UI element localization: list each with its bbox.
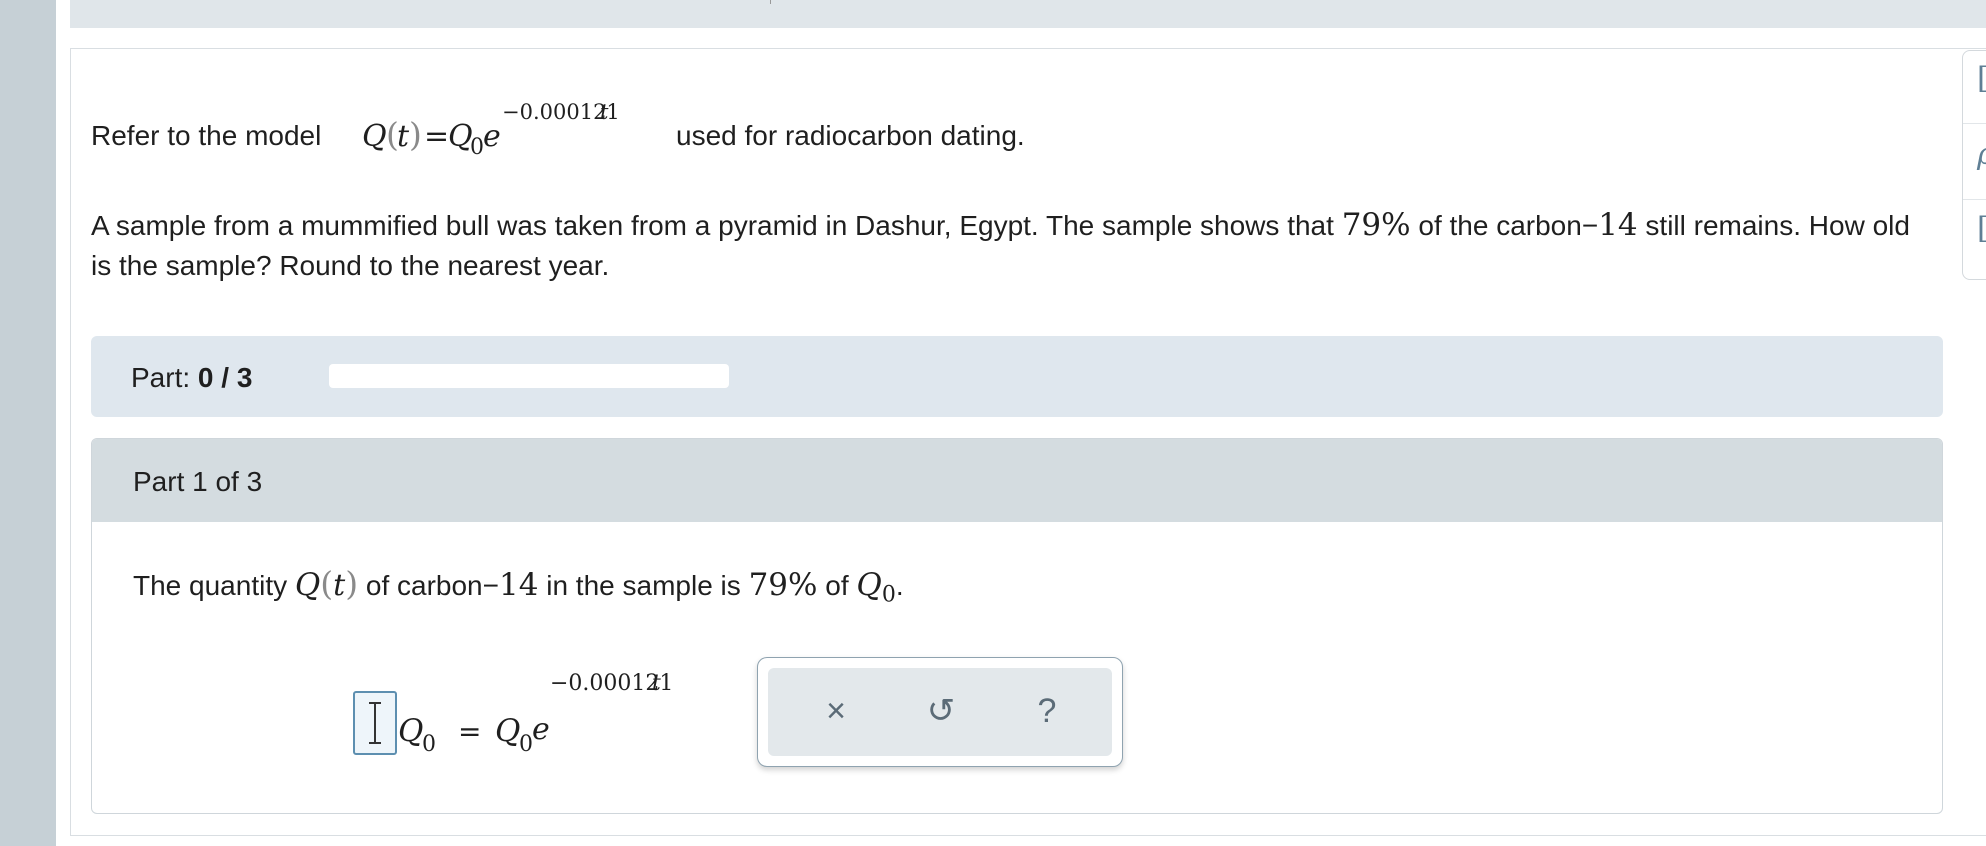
intro-suffix: used for radiocarbon dating. <box>676 120 1025 151</box>
stmt-Q-of-t: Q(t) <box>294 564 358 603</box>
progress-track <box>329 364 729 388</box>
help-icon: ? <box>1037 692 1057 730</box>
answer-toolbox: × ↺ ? <box>757 657 1123 767</box>
stmt-rparen: ) <box>345 564 359 603</box>
notes-icon[interactable]: [ <box>1977 211 1986 246</box>
intro-text: Refer to the model <box>91 120 322 151</box>
eq-e: e <box>532 712 550 747</box>
formula-rparen: ) <box>409 115 422 154</box>
undo-icon: ↺ <box>926 692 956 730</box>
problem-paragraph: A sample from a mummified bull was taken… <box>91 205 1931 286</box>
stmt-isotope-number: 14 <box>499 567 539 603</box>
calculator-icon[interactable]: [ <box>1977 61 1986 96</box>
formula-sub0: 0 <box>470 135 484 156</box>
stmt-Q0: Q0 <box>856 567 895 608</box>
para-text-1: A sample from a mummified bull was taken… <box>91 210 1342 241</box>
top-header-band <box>70 0 1986 28</box>
stmt-lparen: ( <box>320 564 334 603</box>
clear-button[interactable]: × <box>811 686 861 736</box>
top-divider-tick <box>770 0 771 4</box>
chat-icon[interactable]: ρ <box>1977 137 1986 172</box>
progress-label-text: Part: <box>131 362 191 393</box>
eq-equals: = <box>458 715 481 748</box>
undo-button[interactable]: ↺ <box>916 686 966 736</box>
help-button[interactable]: ? <box>1022 686 1072 736</box>
stmt-Q: Q <box>294 567 321 603</box>
equation-row: Q 0 = Q 0 e −0.000121 t <box>92 659 852 769</box>
isotope-number: 14 <box>1598 207 1638 243</box>
progress-value: 0 / 3 <box>197 362 253 393</box>
formula-exp-var: t <box>600 100 609 124</box>
equation-formula: Q 0 = Q 0 e −0.000121 t <box>398 671 673 757</box>
eq-right-Q: Q <box>495 713 520 749</box>
stmt-text-1: The quantity <box>133 570 295 601</box>
part-title: Part 1 of 3 <box>133 466 263 497</box>
part-1-panel: Part 1 of 3 The quantity Q(t) of carbon−… <box>91 438 1943 814</box>
formula-e: e <box>483 119 501 154</box>
part-statement: The quantity Q(t) of carbon−14 in the sa… <box>133 564 904 608</box>
stmt-text-2: of carbon <box>358 570 483 601</box>
para-text-2: of the carbon <box>1410 210 1582 241</box>
part-progress-label: Part: 0 / 3 <box>131 362 252 394</box>
stmt-Q0-sub: 0 <box>881 582 896 608</box>
formula-Q: Q <box>362 119 387 154</box>
answer-input-box[interactable] <box>353 691 397 755</box>
close-icon: × <box>826 692 846 730</box>
part-progress-bar: Part: 0 / 3 <box>91 336 1943 417</box>
stmt-Q0-base: Q <box>856 567 882 603</box>
stmt-text-3: in the sample is <box>538 570 749 601</box>
stmt-t: t <box>333 568 346 603</box>
eq-exp-var: t <box>652 671 661 696</box>
eq-left-sub0: 0 <box>422 732 436 757</box>
toolbar-separator <box>1963 199 1986 200</box>
stmt-text-4: of <box>817 570 857 601</box>
stmt-percent: 79% <box>748 567 818 603</box>
eq-left-Q: Q <box>398 713 423 749</box>
stmt-period: . <box>895 570 904 601</box>
left-rail <box>0 0 56 846</box>
text-cursor-icon <box>369 702 381 744</box>
formula-Q0: Q <box>448 119 473 154</box>
part-header: Part 1 of 3 <box>92 439 1942 522</box>
eq-right-sub0: 0 <box>519 732 533 757</box>
percent-value: 79% <box>1341 207 1411 243</box>
toolbar-separator <box>1963 123 1986 124</box>
toolbox-buttons: × ↺ ? <box>768 668 1112 756</box>
stmt-dash: − <box>482 570 499 601</box>
para-dash: − <box>1581 210 1599 241</box>
right-toolbar: [ ρ [ <box>1962 50 1986 280</box>
formula-equals: = <box>424 119 449 154</box>
